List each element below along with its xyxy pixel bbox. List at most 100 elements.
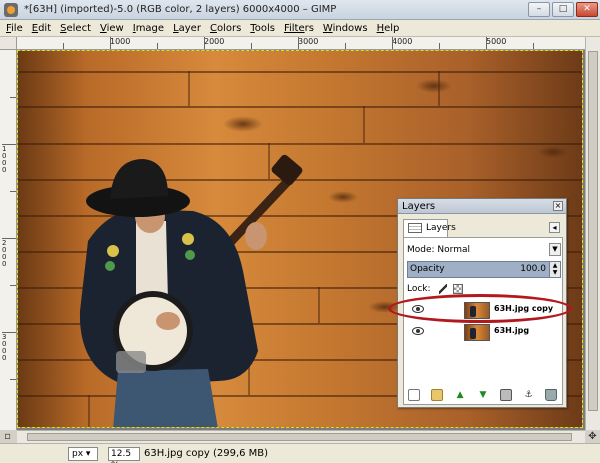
ruler-tick (486, 37, 487, 49)
menu-file[interactable]: File (6, 23, 23, 34)
ruler-tick (392, 37, 393, 49)
zoom-value: 12.5 % (111, 448, 132, 463)
opacity-spinner[interactable]: ▲ ▼ (549, 262, 560, 277)
menu-select-rest: elect (66, 22, 91, 34)
minimize-button[interactable]: – (528, 2, 550, 17)
menu-windows-mnemonic: W (322, 22, 333, 34)
menu-filters-rest: rs (304, 22, 314, 34)
close-button[interactable]: ✕ (576, 2, 598, 17)
ruler-tick (204, 37, 205, 49)
mode-label: Mode: Normal (407, 245, 470, 255)
ruler-label-3000-v: 3000 (2, 333, 7, 362)
highlight-annotation-ellipse (388, 294, 572, 323)
menu-windows-rest: indows (332, 22, 368, 34)
lock-label: Lock: (407, 284, 431, 294)
ruler-tick (63, 43, 64, 49)
menu-view-rest: iew (106, 22, 124, 34)
menu-image-rest: mage (135, 22, 165, 34)
ruler-tick (2, 238, 16, 239)
menu-bar: File Edit Select View Image Layer Colors… (0, 20, 600, 37)
ruler-tick (298, 37, 299, 49)
duplicate-layer-icon[interactable] (499, 389, 512, 401)
menu-select[interactable]: Select (60, 23, 91, 34)
layers-button-bar: ▲ ▼ ⚓ (403, 387, 563, 403)
close-icon[interactable]: × (553, 201, 563, 211)
mode-selector[interactable]: Mode: Normal ▼ (407, 243, 561, 257)
ruler-label-3000: 3000 (298, 37, 319, 46)
menu-layer-rest: ayer (178, 22, 201, 34)
new-layer-icon[interactable] (408, 389, 421, 401)
menu-layer[interactable]: Layer (173, 23, 201, 34)
ruler-tick (10, 191, 16, 192)
vertical-ruler[interactable]: 1000 2000 3000 (0, 50, 17, 430)
layer-name: 63H.jpg (494, 326, 530, 335)
maximize-button[interactable]: □ (552, 2, 574, 17)
ruler-tick (2, 332, 16, 333)
lock-alpha-checker-icon[interactable] (452, 284, 463, 294)
menu-filters-mnemonic: Filte (283, 22, 305, 34)
anchor-layer-icon[interactable]: ⚓ (523, 389, 535, 401)
horizontal-scroll-thumb[interactable] (27, 433, 572, 441)
menu-view-mnemonic: V (100, 22, 107, 34)
opacity-slider[interactable]: Opacity 100.0 ▲ ▼ (407, 261, 561, 278)
ruler-tick (251, 43, 252, 49)
window-title: *[63H] (imported)-5.0 (RGB color, 2 laye… (24, 4, 337, 15)
vertical-scrollbar[interactable] (585, 37, 600, 430)
menu-filters[interactable]: Filters (284, 23, 314, 34)
ruler-tick (533, 43, 534, 49)
ruler-tick (439, 43, 440, 49)
menu-windows[interactable]: Windows (323, 23, 368, 34)
lower-layer-icon[interactable]: ▼ (477, 389, 489, 401)
new-layer-group-icon[interactable] (431, 389, 444, 401)
tab-layers-label: Layers (426, 223, 456, 233)
ruler-corner-button[interactable] (0, 37, 17, 50)
eye-icon[interactable] (412, 327, 424, 335)
horizontal-scrollbar[interactable] (17, 430, 585, 443)
opacity-label: Opacity (410, 264, 445, 274)
window-controls: – □ ✕ (528, 2, 598, 17)
lock-pixels-brush-icon[interactable] (438, 284, 447, 294)
layers-dialog-title[interactable]: Layers × (398, 199, 566, 214)
ruler-label-4000: 4000 (392, 37, 413, 46)
tab-menu-arrow-icon[interactable]: ◂ (549, 222, 560, 233)
menu-image[interactable]: Image (133, 23, 164, 34)
menu-help-mnemonic: H (376, 22, 385, 34)
navigate-icon[interactable]: ✥ (585, 430, 600, 443)
quick-mask-toggle-icon[interactable]: ▫ (0, 430, 15, 443)
tab-layers[interactable]: Layers (403, 219, 456, 237)
ruler-label-2000-v: 2000 (2, 239, 7, 268)
ruler-label-1000-v: 1000 (2, 145, 7, 174)
unit-selector[interactable]: px ▾ (68, 446, 98, 461)
vertical-scroll-thumb[interactable] (588, 51, 598, 411)
menu-tools-rest: ools (254, 22, 275, 34)
ruler-tick (10, 97, 16, 98)
unit-value: px (72, 448, 84, 459)
menu-file-rest: ile (11, 22, 23, 34)
chevron-down-icon[interactable]: ▼ (549, 243, 561, 256)
status-bar: px ▾ 12.5 % 63H.jpg copy (299,6 MB) (0, 443, 600, 463)
menu-colors[interactable]: Colors (210, 23, 241, 34)
menu-edit-rest: dit (38, 22, 52, 34)
ruler-tick (157, 43, 158, 49)
layers-dialog-title-text: Layers (402, 201, 436, 212)
zoom-selector[interactable]: 12.5 % (108, 446, 140, 463)
ruler-tick (345, 43, 346, 49)
menu-help[interactable]: Help (377, 23, 400, 34)
ruler-tick (110, 37, 111, 49)
gimp-app-icon (4, 2, 18, 17)
ruler-tick (2, 144, 16, 145)
layers-icon (408, 223, 422, 233)
menu-view[interactable]: View (100, 23, 124, 34)
menu-edit[interactable]: Edit (32, 23, 51, 34)
ruler-label-5000: 5000 (486, 37, 507, 46)
ruler-tick (10, 285, 16, 286)
menu-tools[interactable]: Tools (250, 23, 275, 34)
layer-row-original[interactable]: 63H.jpg (406, 322, 562, 343)
delete-layer-icon[interactable] (545, 389, 558, 401)
menu-colors-mnemonic: C (209, 22, 217, 34)
raise-layer-icon[interactable]: ▲ (454, 389, 466, 401)
title-bar: *[63H] (imported)-5.0 (RGB color, 2 laye… (0, 0, 600, 20)
horizontal-ruler[interactable]: 1000 2000 3000 4000 5000 (17, 37, 585, 50)
status-message: 63H.jpg copy (299,6 MB) (144, 448, 269, 459)
menu-colors-rest: olors (216, 22, 242, 34)
